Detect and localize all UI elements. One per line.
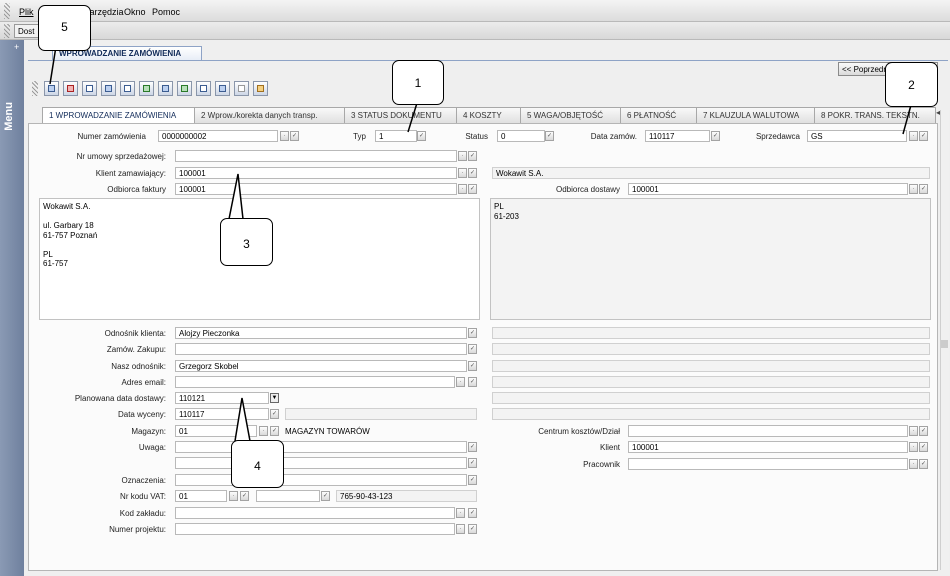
callout-5: 5: [38, 5, 91, 51]
callout-2: 2: [885, 62, 938, 107]
callout-pointers: [49, 39, 912, 442]
callout-3: 3: [220, 218, 273, 266]
callout-1: 1: [392, 60, 444, 105]
callout-4: 4: [231, 440, 284, 488]
